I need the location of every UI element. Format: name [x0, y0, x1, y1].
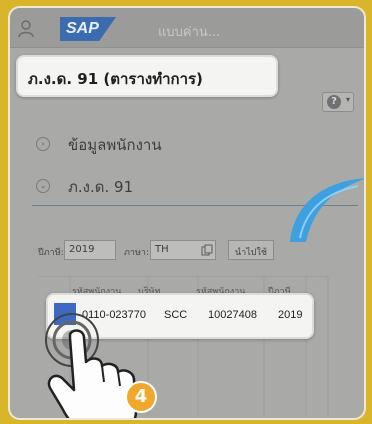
help-button[interactable]: ? ▾: [322, 92, 354, 112]
app-window: SAP แบบค่าน... ภ.ง.ด. 91 (ตารางทำการ) ? …: [8, 6, 366, 420]
help-icon: ?: [327, 95, 341, 109]
swoosh-arrow-icon: [290, 178, 364, 242]
section-label: ภ.ง.ด. 91: [68, 178, 134, 196]
value-help-icon[interactable]: [201, 244, 213, 256]
personnel-number-cell: 10027408: [208, 309, 257, 321]
chevron-down-icon: ▾: [345, 95, 350, 104]
language-label: ภาษา:: [124, 248, 150, 258]
year-label: ปีภาษี:: [38, 248, 64, 258]
section-label: ข้อมูลพนักงาน: [68, 136, 162, 154]
section-employee-info[interactable]: › ข้อมูลพนักงาน: [32, 133, 358, 159]
import-button[interactable]: นำไปใช้: [228, 240, 274, 260]
step-badge: 4: [125, 381, 157, 413]
year-input[interactable]: 2019: [64, 240, 116, 260]
chevron-right-icon: ›: [36, 137, 50, 151]
page-title: ภ.ง.ด. 91 (ตารางทำการ): [16, 55, 278, 97]
user-icon[interactable]: [18, 20, 34, 38]
pointing-hand-icon: [45, 313, 138, 418]
chevron-down-icon: ⌄: [36, 179, 50, 193]
tax-year-cell: 2019: [278, 309, 303, 321]
sap-logo[interactable]: SAP: [60, 17, 116, 41]
shell-bar: SAP แบบค่าน...: [10, 8, 364, 48]
shell-title: แบบค่าน...: [158, 25, 221, 40]
